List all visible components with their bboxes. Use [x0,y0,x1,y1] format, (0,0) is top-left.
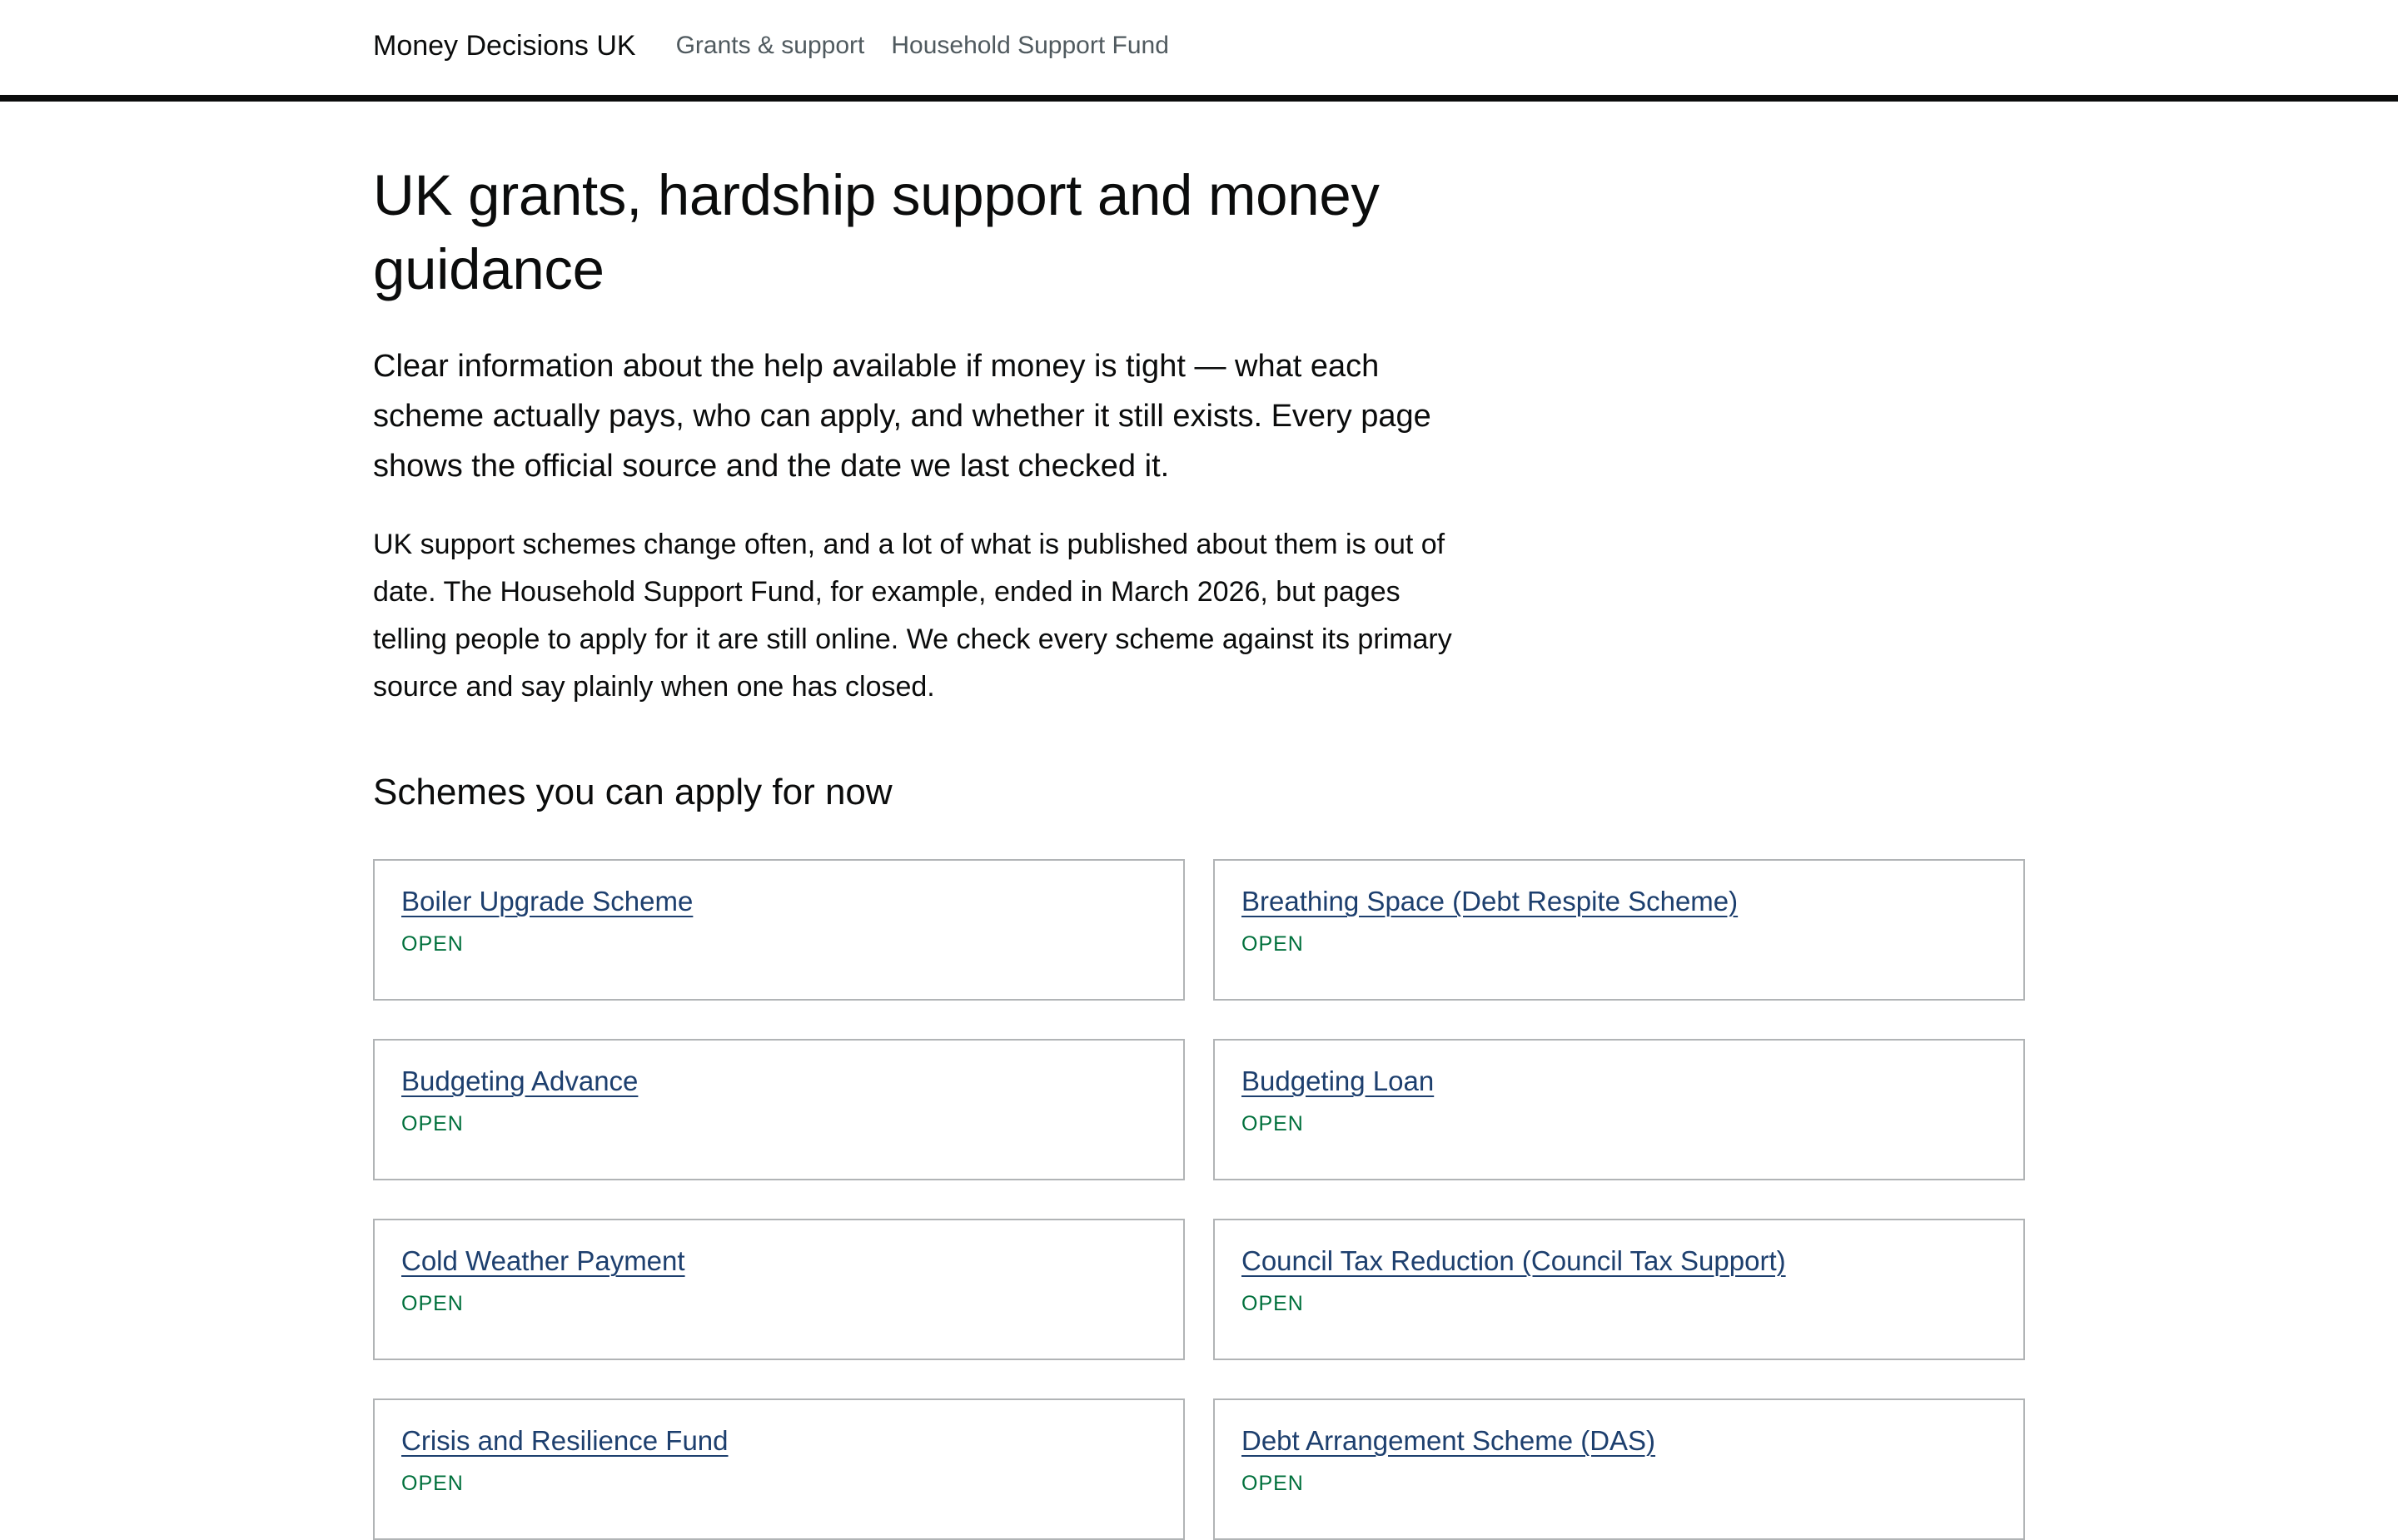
scheme-link[interactable]: Cold Weather Payment [401,1244,685,1279]
status-badge: OPEN [401,932,464,956]
scheme-link[interactable]: Budgeting Loan [1241,1064,1434,1099]
status-badge: OPEN [1241,932,1304,956]
status-badge: OPEN [1241,1472,1304,1495]
scheme-card: Council Tax Reduction (Council Tax Suppo… [1213,1219,2025,1360]
scheme-card: Debt Arrangement Scheme (DAS) OPEN [1213,1398,2025,1540]
lead-paragraph: Clear information about the help availab… [373,349,1431,484]
main-content: UK grants, hardship support and money gu… [373,158,2025,1540]
status-badge: OPEN [1241,1292,1304,1315]
status-badge: OPEN [401,1472,464,1495]
scheme-card: Boiler Upgrade Scheme OPEN [373,859,1185,1001]
nav-link-household-support-fund[interactable]: Household Support Fund [891,32,1169,60]
scheme-link[interactable]: Crisis and Resilience Fund [401,1423,729,1458]
scheme-link[interactable]: Budgeting Advance [401,1064,638,1099]
nav-link-grants-support[interactable]: Grants & support [676,32,865,60]
site-header: Money Decisions UK Grants & support Hous… [0,0,2398,102]
scheme-link[interactable]: Breathing Space (Debt Respite Scheme) [1241,884,1738,919]
scheme-card: Budgeting Advance OPEN [373,1039,1185,1180]
status-badge: OPEN [401,1112,464,1135]
header-nav-bar: Money Decisions UK Grants & support Hous… [373,0,1196,92]
intro-paragraph: UK support schemes change often, and a l… [373,529,1452,703]
site-brand-link[interactable]: Money Decisions UK [373,30,636,62]
page-title: UK grants, hardship support and money gu… [373,163,1380,301]
scheme-link[interactable]: Debt Arrangement Scheme (DAS) [1241,1423,1655,1458]
scheme-card: Crisis and Resilience Fund OPEN [373,1398,1185,1540]
scheme-link[interactable]: Council Tax Reduction (Council Tax Suppo… [1241,1244,1786,1279]
status-badge: OPEN [401,1292,464,1315]
status-badge: OPEN [1241,1112,1304,1135]
section-title-open-schemes: Schemes you can apply for now [373,772,893,812]
scheme-card-grid: Boiler Upgrade Scheme OPEN Breathing Spa… [373,859,2025,1540]
scheme-card: Budgeting Loan OPEN [1213,1039,2025,1180]
scheme-card: Cold Weather Payment OPEN [373,1219,1185,1360]
scheme-link[interactable]: Boiler Upgrade Scheme [401,884,693,919]
scheme-card: Breathing Space (Debt Respite Scheme) OP… [1213,859,2025,1001]
